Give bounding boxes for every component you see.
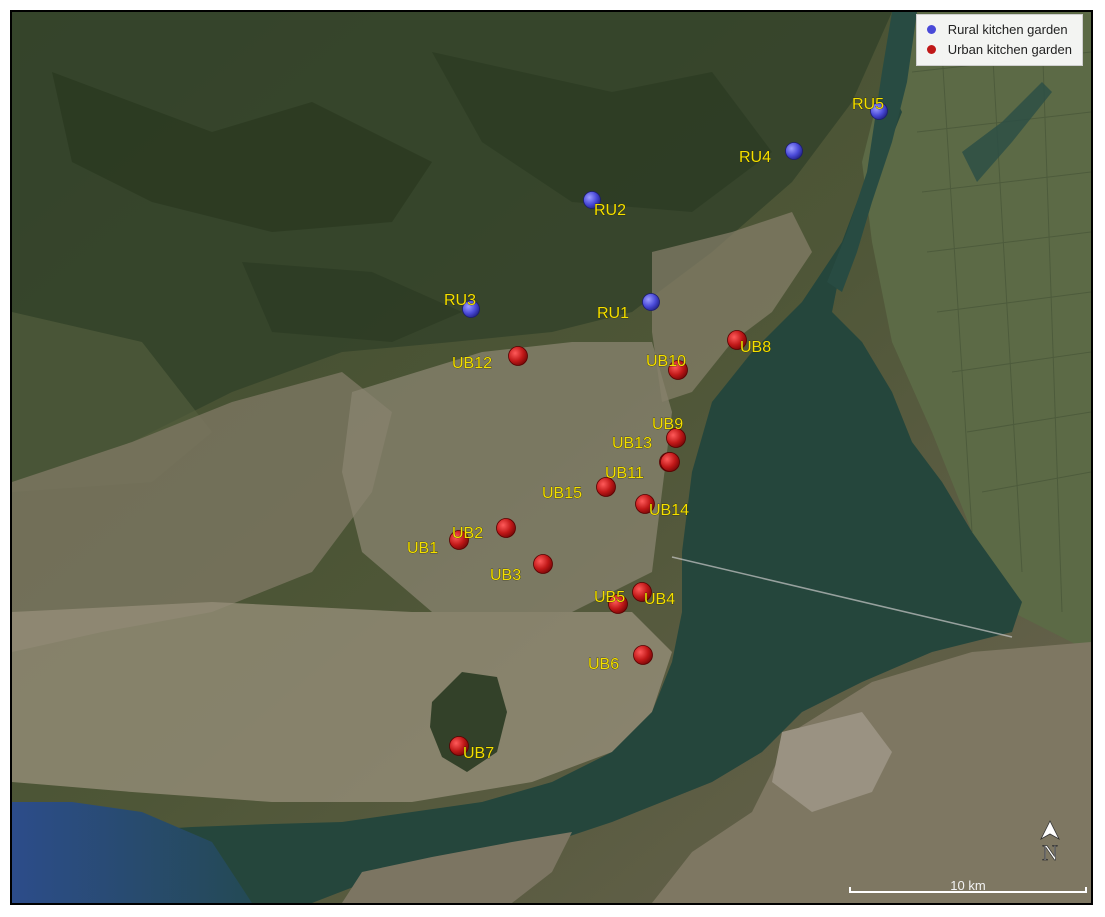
legend-item-rural: Rural kitchen garden	[926, 19, 1072, 39]
marker-label-ru1: RU1	[597, 305, 629, 322]
urban-garden-marker-ub15	[596, 477, 616, 497]
marker-label-ub12: UB12	[452, 355, 492, 372]
marker-label-ub3: UB3	[490, 567, 521, 584]
marker-label-ub13: UB13	[612, 435, 652, 452]
marker-label-ub6: UB6	[588, 656, 619, 673]
scale-line	[849, 887, 1087, 893]
marker-label-ub4: UB4	[644, 591, 675, 608]
urban-garden-marker-ub12	[508, 346, 528, 366]
marker-label-ub5: UB5	[594, 589, 625, 606]
marker-label-ub15: UB15	[542, 485, 582, 502]
marker-label-ub7: UB7	[463, 745, 494, 762]
legend-label-urban: Urban kitchen garden	[947, 41, 1072, 57]
marker-label-ub10: UB10	[646, 353, 686, 370]
rural-garden-marker-ru4	[785, 142, 803, 160]
marker-label-ru2: RU2	[594, 202, 626, 219]
marker-label-ub14: UB14	[649, 502, 689, 519]
marker-label-ub2: UB2	[452, 525, 483, 542]
map-frame: RU1 RU2 RU3 RU4 RU5 UB1 UB2 UB3 UB4 UB5 UB6 UB7 UB8 U…	[10, 10, 1093, 905]
rural-garden-marker-ru1	[642, 293, 660, 311]
marker-label-ru3: RU3	[444, 292, 476, 309]
scale-bar: 10 km	[847, 873, 1089, 899]
legend-item-urban: Urban kitchen garden	[926, 39, 1072, 59]
marker-label-ru5: RU5	[852, 96, 884, 113]
marker-label-ub8: UB8	[740, 339, 771, 356]
urban-garden-marker-ub13	[660, 452, 680, 472]
north-arrow-icon: N	[1040, 820, 1060, 865]
urban-garden-marker-ub6	[633, 645, 653, 665]
urban-garden-marker-ub3	[533, 554, 553, 574]
urban-garden-marker-ub2	[496, 518, 516, 538]
marker-label-ub1: UB1	[407, 540, 438, 557]
satellite-map: RU1 RU2 RU3 RU4 RU5 UB1 UB2 UB3 UB4 UB5 UB6 UB7 UB8 U…	[12, 12, 1091, 903]
legend-label-rural: Rural kitchen garden	[947, 21, 1068, 37]
legend: Rural kitchen garden Urban kitchen garde…	[915, 14, 1083, 66]
marker-label-ru4: RU4	[739, 149, 771, 166]
north-label: N	[1042, 840, 1058, 865]
urban-marker-icon	[926, 44, 936, 54]
marker-label-ub9: UB9	[652, 416, 683, 433]
rural-marker-icon	[926, 24, 936, 34]
